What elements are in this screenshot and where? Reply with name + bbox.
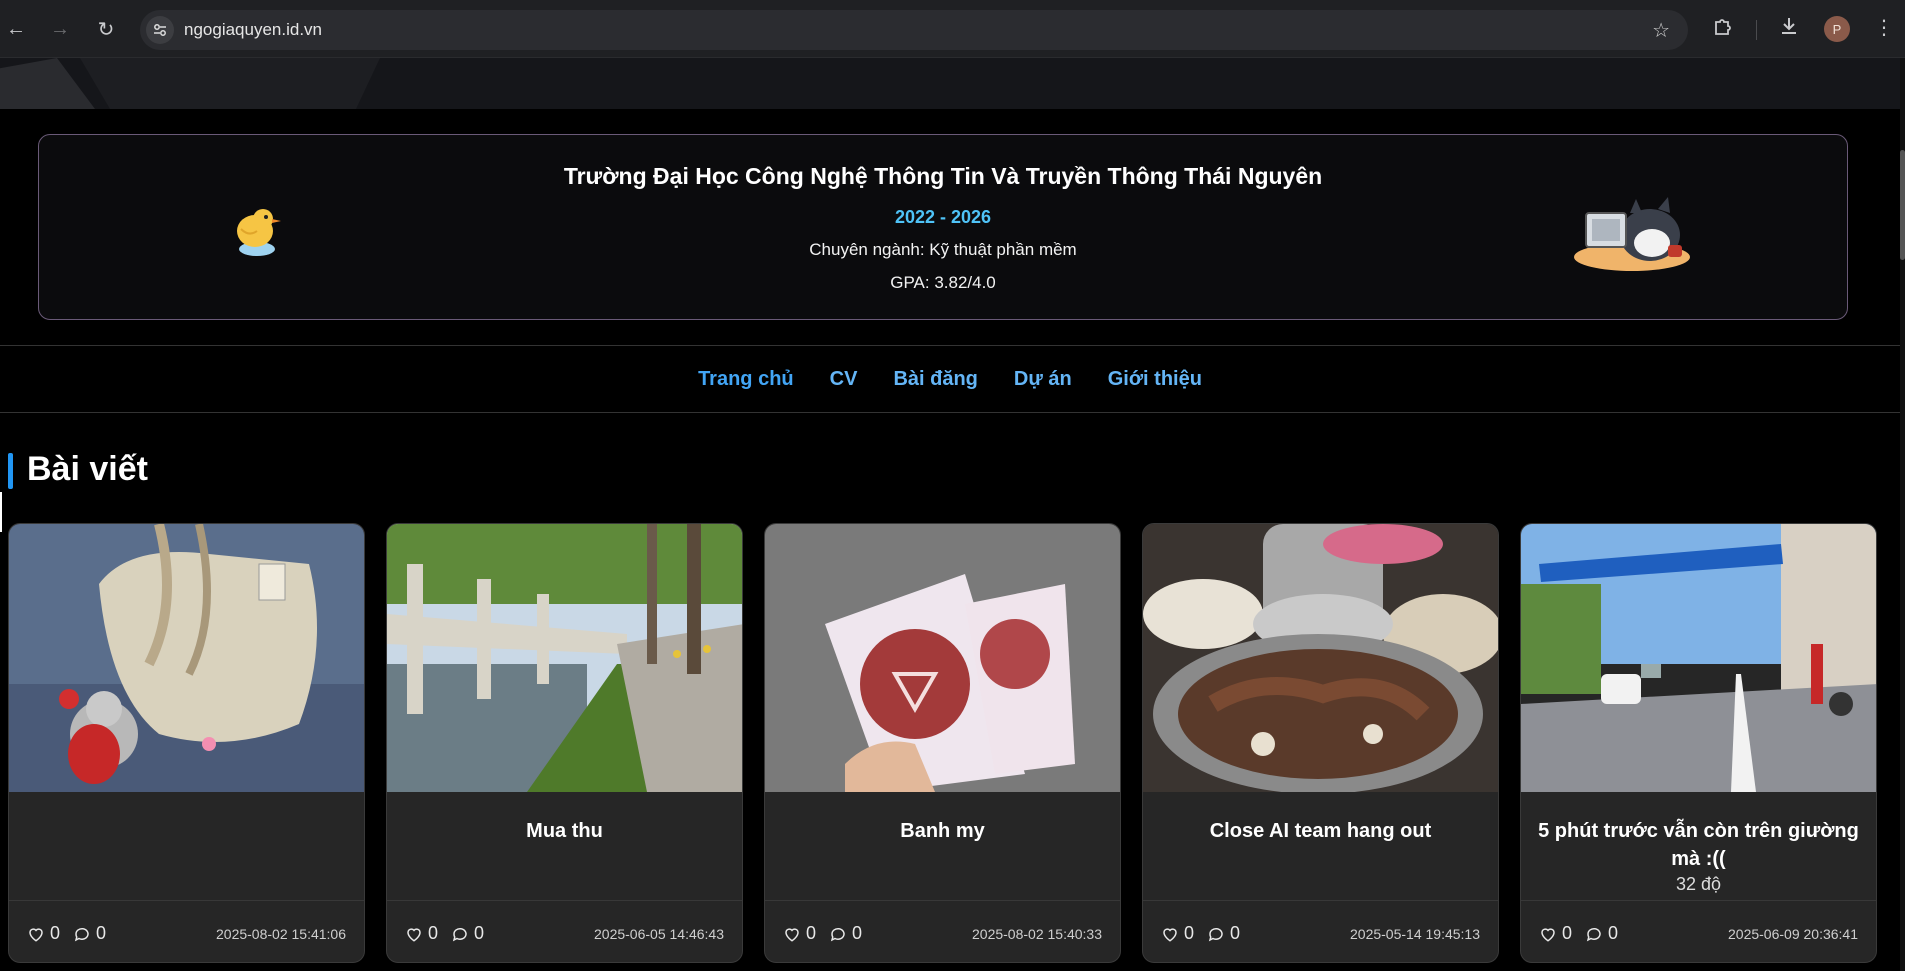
post-footer: 0 0 2025-08-02 15:41:06: [9, 900, 364, 962]
post-footer: 0 0 2025-06-09 20:36:41: [1521, 900, 1876, 962]
comment-count: 0: [474, 923, 485, 943]
address-bar[interactable]: ngogiaquyen.id.vn ☆: [140, 10, 1688, 50]
comment-icon[interactable]: [1207, 925, 1225, 943]
heart-icon[interactable]: [1161, 925, 1179, 943]
menu-kebab-icon[interactable]: ⋮: [1874, 15, 1894, 40]
back-arrow-icon[interactable]: ←: [2, 15, 30, 43]
site-settings-icon[interactable]: [146, 16, 174, 44]
post-date: 2025-08-02 15:40:33: [972, 926, 1102, 942]
post-excerpt: 32 độ: [1675, 874, 1722, 894]
text-cursor-marker: [0, 492, 2, 532]
section-title: Bài viết: [27, 450, 148, 488]
like-count: 0: [1562, 923, 1573, 943]
bookmark-star-icon[interactable]: ☆: [1652, 18, 1670, 43]
gpa-text: GPA: 3.82/4.0: [890, 273, 996, 292]
browser-toolbar: ← → ↻ ngogiaquyen.id.vn ☆ P ⋮: [0, 0, 1905, 58]
like-count: 0: [428, 923, 439, 943]
post-date: 2025-06-05 14:46:43: [594, 926, 724, 942]
extensions-puzzle-icon[interactable]: [1712, 15, 1734, 42]
comment-icon[interactable]: [1585, 925, 1603, 943]
heart-icon[interactable]: [1539, 925, 1557, 943]
post-card[interactable]: 0 0 2025-08-02 15:41:06: [8, 523, 365, 963]
nav-item-cv[interactable]: CV: [830, 368, 858, 391]
post-footer: 0 0 2025-08-02 15:40:33: [765, 900, 1120, 962]
like-count: 0: [1184, 923, 1195, 943]
url-text[interactable]: ngogiaquyen.id.vn: [184, 20, 322, 40]
post-card[interactable]: 5 phút trước vẫn còn trên giường mà :(( …: [1520, 523, 1877, 963]
post-card[interactable]: Banh my 0 0 2025-08-02 15:40:33: [764, 523, 1121, 963]
post-title[interactable]: Mua thu: [401, 817, 728, 845]
comment-count: 0: [96, 923, 107, 943]
post-image[interactable]: [387, 524, 742, 792]
post-title[interactable]: Banh my: [779, 817, 1106, 845]
forward-arrow-icon[interactable]: →: [46, 15, 74, 43]
post-footer: 0 0 2025-05-14 19:45:13: [1143, 900, 1498, 962]
nav-item-home[interactable]: Trang chủ: [698, 368, 794, 391]
nav-item-posts[interactable]: Bài đăng: [893, 368, 977, 391]
comment-count: 0: [852, 923, 863, 943]
like-count: 0: [806, 923, 817, 943]
comment-icon[interactable]: [829, 925, 847, 943]
post-date: 2025-06-09 20:36:41: [1728, 926, 1858, 942]
heart-icon[interactable]: [27, 925, 45, 943]
nav-bottom-divider: [0, 412, 1900, 413]
cat-at-computer-illustration: [1572, 195, 1702, 275]
post-title[interactable]: Close AI team hang out: [1157, 817, 1484, 845]
post-image[interactable]: [765, 524, 1120, 792]
post-image[interactable]: [1143, 524, 1498, 792]
reload-icon[interactable]: ↻: [92, 15, 120, 43]
post-card[interactable]: Mua thu 0 0 2025-06-05 14:46:43: [386, 523, 743, 963]
toolbar-divider: [1756, 20, 1757, 40]
section-accent-bar: [8, 453, 13, 489]
like-count: 0: [50, 923, 61, 943]
scrollbar-thumb[interactable]: [1900, 150, 1905, 260]
heart-icon[interactable]: [783, 925, 801, 943]
post-title[interactable]: 5 phút trước vẫn còn trên giường mà :((: [1535, 817, 1862, 873]
heart-icon[interactable]: [405, 925, 423, 943]
download-icon[interactable]: [1778, 15, 1800, 42]
post-date: 2025-05-14 19:45:13: [1350, 926, 1480, 942]
post-footer: 0 0 2025-06-05 14:46:43: [387, 900, 742, 962]
post-image[interactable]: [9, 524, 364, 792]
school-name: Trường Đại Học Công Nghệ Thông Tin Và Tr…: [563, 163, 1323, 189]
post-card[interactable]: Close AI team hang out 0 0 2025-05-14 19…: [1142, 523, 1499, 963]
nav-item-about[interactable]: Giới thiệu: [1108, 368, 1202, 391]
post-image[interactable]: [1521, 524, 1876, 792]
education-card: Trường Đại Học Công Nghệ Thông Tin Và Tr…: [38, 134, 1848, 320]
comment-icon[interactable]: [451, 925, 469, 943]
comment-icon[interactable]: [73, 925, 91, 943]
comment-count: 0: [1230, 923, 1241, 943]
hero-banner-strip: [0, 58, 1900, 109]
main-nav: Trang chủ CV Bài đăng Dự án Giới thiệu: [0, 346, 1900, 412]
comment-count: 0: [1608, 923, 1619, 943]
hero-decor-shape: [80, 58, 380, 109]
hero-decor-shape: [0, 58, 95, 109]
nav-item-projects[interactable]: Dự án: [1014, 368, 1072, 391]
profile-avatar[interactable]: P: [1824, 16, 1850, 42]
post-date: 2025-08-02 15:41:06: [216, 926, 346, 942]
